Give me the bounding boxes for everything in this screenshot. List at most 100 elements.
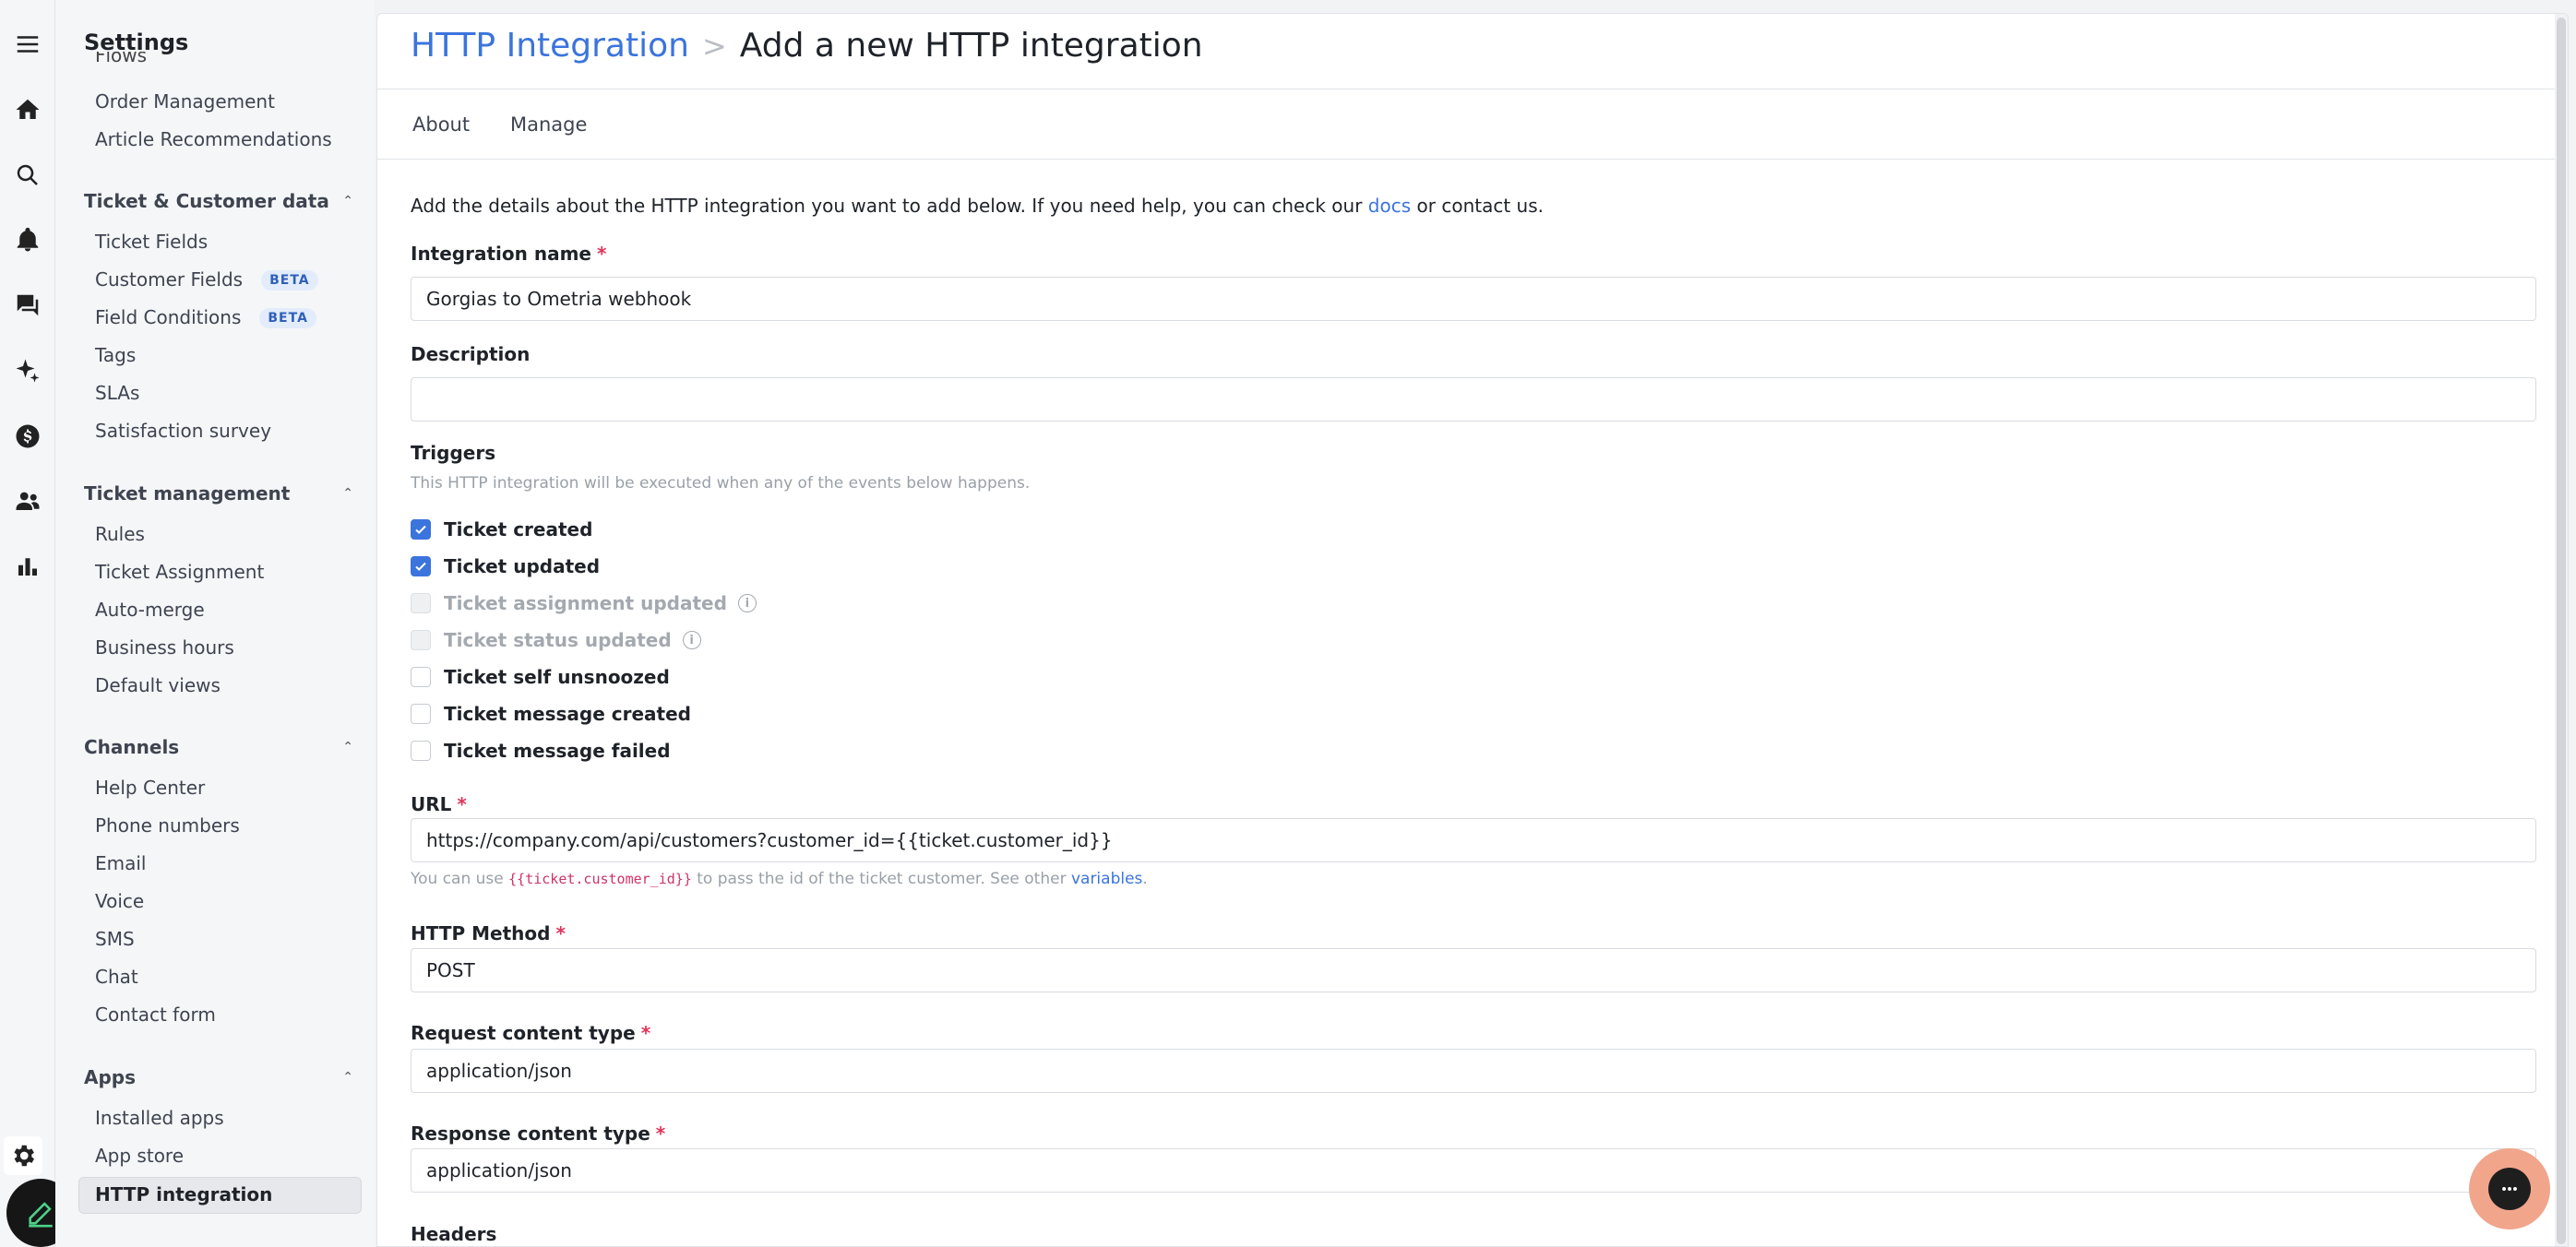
main-panel: HTTP Integration > Add a new HTTP integrat…: [376, 13, 2569, 1247]
checkbox[interactable]: [411, 667, 431, 687]
integration-name-input[interactable]: [411, 277, 2536, 321]
triggers-help-text: This HTTP integration will be executed w…: [411, 474, 1031, 493]
sidebar-item-http-integration[interactable]: HTTP integration: [95, 1183, 272, 1205]
home-icon[interactable]: [6, 88, 50, 132]
label-text: HTTP Method: [411, 922, 551, 944]
trigger-label: Ticket assignment updated: [444, 592, 727, 614]
docs-link[interactable]: docs: [1368, 195, 1411, 217]
chevron-up-icon: ⌃: [342, 486, 353, 501]
chat-icon[interactable]: [6, 283, 50, 327]
breadcrumb-link-http-integration[interactable]: HTTP Integration: [411, 27, 689, 65]
scrollbar-thumb[interactable]: [2557, 18, 2566, 1244]
sidebar-item-customer-fields[interactable]: Customer Fields BETA: [95, 268, 318, 291]
label-text: Integration name: [411, 243, 591, 265]
trigger-ticket-self-unsnoozed[interactable]: Ticket self unsnoozed: [411, 666, 670, 688]
users-icon[interactable]: [6, 479, 50, 523]
chat-bubble-icon: [2488, 1168, 2531, 1210]
search-icon[interactable]: [6, 153, 50, 197]
sidebar-item-auto-merge[interactable]: Auto-merge: [95, 599, 205, 621]
sidebar-item-business-hours[interactable]: Business hours: [95, 636, 234, 659]
chevron-up-icon: ⌃: [342, 740, 353, 754]
sidebar-item-ticket-fields[interactable]: Ticket Fields: [95, 231, 208, 253]
section-title: Channels: [84, 736, 180, 758]
sidebar-item-rules[interactable]: Rules: [95, 523, 145, 545]
help-after: .: [1142, 870, 1148, 888]
breadcrumb-separator: >: [701, 29, 727, 64]
request-content-type-select[interactable]: [411, 1049, 2536, 1093]
checkbox[interactable]: [411, 741, 431, 761]
variable-code: {{ticket.customer_id}}: [508, 871, 692, 887]
sidebar-item-default-views[interactable]: Default views: [95, 674, 221, 696]
trigger-ticket-updated[interactable]: Ticket updated: [411, 555, 600, 577]
settings-sidebar: Settings Flows Order Management Article …: [55, 0, 375, 1247]
page-title: Add a new HTTP integration: [739, 27, 1203, 65]
description-input[interactable]: [411, 377, 2536, 422]
sidebar-section-channels[interactable]: Channels ⌃: [84, 736, 353, 758]
sidebar-section-ticket-management[interactable]: Ticket management ⌃: [84, 482, 353, 505]
chevron-up-icon: ⌃: [342, 194, 353, 208]
sidebar-item-order-management[interactable]: Order Management: [95, 90, 275, 113]
checkbox: [411, 630, 431, 650]
http-method-select[interactable]: [411, 948, 2536, 992]
sidebar-item-email[interactable]: Email: [95, 852, 147, 874]
trigger-ticket-created[interactable]: Ticket created: [411, 518, 592, 540]
sidebar-item-app-store[interactable]: App store: [95, 1145, 184, 1167]
breadcrumb: HTTP Integration > Add a new HTTP integrat…: [411, 27, 1203, 65]
bell-icon[interactable]: [6, 218, 50, 262]
variables-link[interactable]: variables: [1071, 870, 1142, 888]
response-content-type-label: Response content type *: [411, 1122, 665, 1145]
gear-icon[interactable]: [4, 1136, 42, 1175]
sidebar-item-chat[interactable]: Chat: [95, 966, 138, 988]
sidebar-item-phone-numbers[interactable]: Phone numbers: [95, 814, 240, 837]
icon-rail: [0, 0, 75, 1247]
bar-chart-icon[interactable]: [6, 544, 50, 588]
description-label: Description: [411, 343, 531, 365]
label-text: Request content type: [411, 1022, 636, 1044]
scrollbar[interactable]: [2555, 14, 2568, 1246]
sidebar-item-help-center[interactable]: Help Center: [95, 777, 205, 799]
trigger-label: Ticket updated: [444, 555, 601, 577]
help-middle: to pass the id of the ticket customer. S…: [691, 870, 1071, 888]
sidebar-section-ticket-customer-data[interactable]: Ticket & Customer data ⌃: [84, 190, 353, 212]
beta-badge: BETA: [259, 308, 316, 328]
sidebar-item-satisfaction-survey[interactable]: Satisfaction survey: [95, 420, 271, 442]
info-icon[interactable]: i: [737, 594, 757, 612]
checkbox[interactable]: [411, 519, 431, 540]
sidebar-item-slas[interactable]: SLAs: [95, 382, 139, 404]
sidebar-item-flows[interactable]: Flows: [95, 52, 147, 70]
required-mark: *: [555, 922, 566, 944]
sidebar-item-tags[interactable]: Tags: [95, 344, 136, 366]
menu-icon[interactable]: [6, 22, 50, 66]
trigger-label: Ticket created: [444, 518, 593, 540]
url-input[interactable]: [411, 818, 2536, 862]
check-icon: [415, 562, 426, 571]
chat-widget-button[interactable]: [2469, 1148, 2550, 1229]
trigger-label: Ticket message created: [444, 703, 691, 725]
sidebar-item-ticket-assignment[interactable]: Ticket Assignment: [95, 561, 264, 583]
required-mark: *: [457, 793, 467, 815]
sidebar-item-installed-apps[interactable]: Installed apps: [95, 1107, 224, 1129]
trigger-ticket-message-failed[interactable]: Ticket message failed: [411, 740, 671, 762]
tab-manage[interactable]: Manage: [510, 113, 587, 136]
page-header: HTTP Integration > Add a new HTTP integrat…: [377, 14, 2568, 89]
section-title: Ticket management: [84, 482, 291, 505]
sparkle-icon[interactable]: [6, 349, 50, 393]
info-icon[interactable]: i: [682, 631, 701, 649]
dollar-icon[interactable]: [6, 414, 50, 458]
trigger-ticket-message-created[interactable]: Ticket message created: [411, 703, 691, 725]
response-content-type-select[interactable]: [411, 1148, 2536, 1193]
sidebar-section-apps[interactable]: Apps ⌃: [84, 1066, 353, 1088]
sidebar-item-sms[interactable]: SMS: [95, 928, 135, 950]
tab-bar: About Manage: [377, 89, 2568, 160]
trigger-ticket-status-updated: Ticket status updated i: [411, 629, 701, 651]
sidebar-item-voice[interactable]: Voice: [95, 890, 144, 912]
checkbox[interactable]: [411, 556, 431, 576]
sidebar-item-field-conditions[interactable]: Field Conditions BETA: [95, 306, 316, 328]
checkbox[interactable]: [411, 704, 431, 724]
url-help-text: You can use {{ticket.customer_id}} to pa…: [411, 870, 1148, 888]
http-method-label: HTTP Method *: [411, 922, 566, 944]
help-before: You can use: [411, 870, 509, 888]
sidebar-item-article-recommendations[interactable]: Article Recommendations: [95, 128, 332, 150]
sidebar-item-contact-form[interactable]: Contact form: [95, 1004, 216, 1026]
tab-about[interactable]: About: [412, 113, 470, 136]
